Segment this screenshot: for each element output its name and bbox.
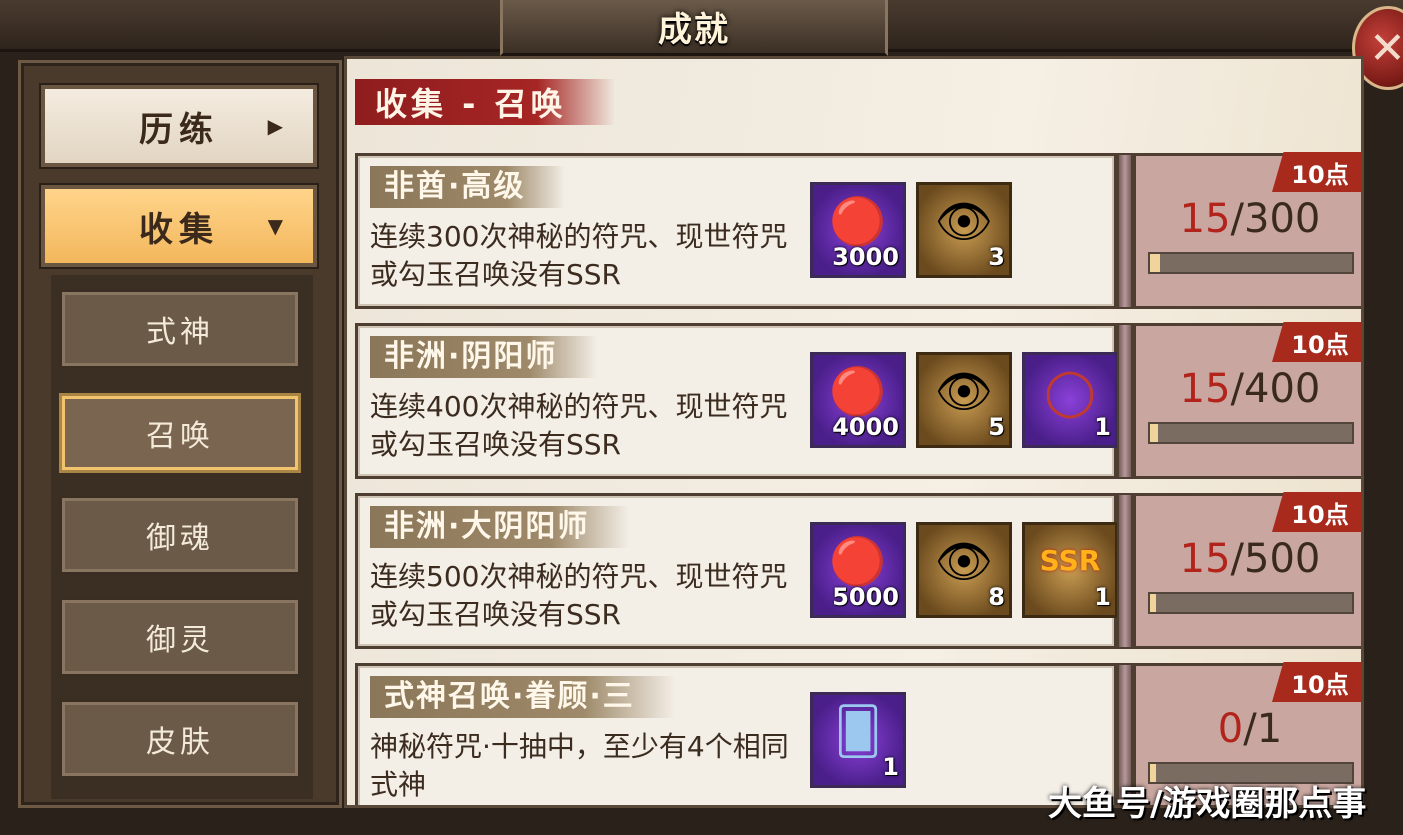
section-title: 收集 - 召唤: [355, 79, 615, 125]
magatama-icon[interactable]: 🔴 4000: [810, 352, 906, 448]
reward-quantity: 5: [988, 413, 1005, 441]
progress-current: 15: [1179, 536, 1231, 582]
progress-total: /400: [1230, 366, 1321, 412]
chevron-right-icon: ▶: [267, 114, 289, 138]
magatama-icon[interactable]: 🔴 5000: [810, 522, 906, 618]
category-label: 收集: [139, 209, 219, 250]
sidebar-item-label: 式神: [146, 315, 214, 350]
watermark: 大鱼号/游戏圈那点事: [1048, 784, 1367, 824]
subcategory-list: 式神 召唤 御魂 御灵 皮肤: [51, 275, 313, 799]
frame-icon[interactable]: ◯ 1: [1022, 352, 1118, 448]
category-label: 历练: [139, 109, 219, 150]
card-divider: [1117, 493, 1133, 649]
progress-current: 0: [1217, 706, 1244, 752]
category-liliang-button[interactable]: 历练 ▶: [39, 83, 319, 169]
reward-quantity: 8: [988, 583, 1005, 611]
sidebar-item-zhaohuan[interactable]: 召唤: [59, 393, 301, 473]
progress-box: 10点 15/500: [1133, 492, 1361, 649]
chevron-down-icon: ▼: [267, 214, 289, 238]
sidebar-item-label: 御灵: [146, 623, 214, 658]
page-title: 成就: [658, 10, 730, 50]
reward-quantity: 1: [1094, 413, 1111, 441]
achievement-card: 非酋·高级 连续300次神秘的符咒、现世符咒或勾玉召唤没有SSR 🔴 3000 …: [355, 152, 1361, 309]
achievement-name: 式神召唤·眷顾·三: [370, 676, 675, 718]
reward-quantity: 3000: [832, 243, 899, 271]
category-shouji-button[interactable]: 收集 ▼: [39, 183, 319, 269]
achievement-description: 连续300次神秘的符咒、现世符咒或勾玉召唤没有SSR: [370, 220, 788, 291]
sidebar-item-yuling[interactable]: 御灵: [59, 597, 301, 677]
close-icon: ✕: [1369, 22, 1403, 74]
achievement-card: 非洲·大阴阳师 连续500次神秘的符咒、现世符咒或勾玉召唤没有SSR 🔴 500…: [355, 492, 1361, 649]
progress-current: 15: [1179, 366, 1231, 412]
card-divider: [1117, 323, 1133, 479]
sidebar-item-label: 召唤: [146, 419, 214, 454]
points-badge: 10点: [1272, 662, 1361, 702]
sidebar-item-label: 御魂: [146, 521, 214, 556]
reward-list: 🔴 4000 👁 5 ◯ 1: [810, 352, 1118, 448]
progress-bar-fill: [1150, 254, 1161, 272]
progress-text: 0/1: [1136, 706, 1361, 752]
card-body: 式神召唤·眷顾·三 神秘符咒·十抽中，至少有4个相同式神 🂠 1: [355, 663, 1117, 805]
sidebar-item-yuhun[interactable]: 御魂: [59, 495, 301, 575]
progress-text: 15/300: [1136, 196, 1361, 242]
points-badge: 10点: [1272, 152, 1361, 192]
card-divider: [1117, 153, 1133, 309]
progress-text: 15/400: [1136, 366, 1361, 412]
reward-quantity: 3: [988, 243, 1005, 271]
reward-list: 🔴 5000 👁 8 SSR 1: [810, 522, 1118, 618]
progress-bar: [1148, 252, 1354, 274]
achievement-description: 连续500次神秘的符咒、现世符咒或勾玉召唤没有SSR: [370, 560, 788, 631]
reward-quantity: 4000: [832, 413, 899, 441]
title-plate: 成就: [500, 0, 888, 56]
sidebar: 历练 ▶ 收集 ▼ 式神 召唤 御魂 御灵 皮肤: [18, 60, 342, 808]
progress-text: 15/500: [1136, 536, 1361, 582]
reward-list: 🂠 1: [810, 692, 906, 788]
progress-total: /300: [1230, 196, 1321, 242]
sidebar-item-shishen[interactable]: 式神: [59, 289, 301, 369]
sidebar-item-label: 皮肤: [146, 725, 214, 760]
progress-box: 10点 15/300: [1133, 152, 1361, 309]
points-badge: 10点: [1272, 492, 1361, 532]
reward-quantity: 5000: [832, 583, 899, 611]
achievement-card: 非洲·阴阳师 连续400次神秘的符咒、现世符咒或勾玉召唤没有SSR 🔴 4000…: [355, 322, 1361, 479]
card-body: 非酋·高级 连续300次神秘的符咒、现世符咒或勾玉召唤没有SSR 🔴 3000 …: [355, 153, 1117, 309]
progress-bar: [1148, 422, 1354, 444]
reward-quantity: 1: [1094, 583, 1111, 611]
progress-bar-fill: [1150, 594, 1157, 612]
progress-current: 15: [1179, 196, 1231, 242]
progress-bar: [1148, 592, 1354, 614]
talisman-icon[interactable]: 🂠 1: [810, 692, 906, 788]
achievement-name: 非酋·高级: [370, 166, 566, 208]
points-badge: 10点: [1272, 322, 1361, 362]
daruma-icon[interactable]: 👁 3: [916, 182, 1012, 278]
achievement-description: 神秘符咒·十抽中，至少有4个相同式神: [370, 730, 789, 801]
card-body: 非洲·阴阳师 连续400次神秘的符咒、现世符咒或勾玉召唤没有SSR 🔴 4000…: [355, 323, 1118, 479]
reward-list: 🔴 3000 👁 3: [810, 182, 1012, 278]
sidebar-item-pifu[interactable]: 皮肤: [59, 699, 301, 779]
progress-total: /1: [1243, 706, 1283, 752]
magatama-icon[interactable]: 🔴 3000: [810, 182, 906, 278]
ssr-icon[interactable]: SSR 1: [1022, 522, 1118, 618]
daruma-icon[interactable]: 👁 8: [916, 522, 1012, 618]
top-bar: 成就: [0, 0, 1403, 56]
achievement-name: 非洲·阴阳师: [370, 336, 598, 378]
progress-bar-fill: [1150, 424, 1158, 442]
daruma-icon[interactable]: 👁 5: [916, 352, 1012, 448]
achievement-name: 非洲·大阴阳师: [370, 506, 630, 548]
achievement-panel: 收集 - 召唤 非酋·高级 连续300次神秘的符咒、现世符咒或勾玉召唤没有SSR…: [344, 56, 1364, 808]
achievement-description: 连续400次神秘的符咒、现世符咒或勾玉召唤没有SSR: [370, 390, 788, 461]
card-body: 非洲·大阴阳师 连续500次神秘的符咒、现世符咒或勾玉召唤没有SSR 🔴 500…: [355, 493, 1118, 649]
reward-quantity: 1: [882, 753, 899, 781]
progress-total: /500: [1230, 536, 1321, 582]
progress-box: 10点 15/400: [1133, 322, 1361, 479]
